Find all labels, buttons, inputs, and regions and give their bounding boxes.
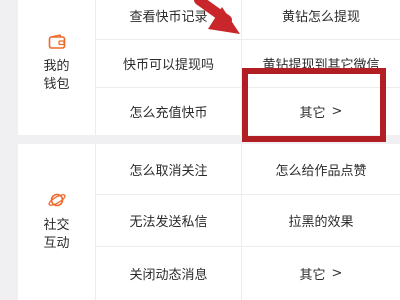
other-label: 其它 (299, 106, 326, 121)
faq-link[interactable]: 怎么充值快币 (96, 88, 242, 135)
wallet-category-label: 我的钱包 (43, 58, 70, 92)
faq-link[interactable]: 关闭动态消息 (96, 247, 242, 300)
faq-link[interactable]: 怎么取消关注 (96, 144, 242, 194)
social-section: 社交互动 怎么取消关注 怎么给作品点赞 无法发送私信 拉黑的效果 关闭动态消息 … (18, 144, 400, 300)
social-category-label: 社交互动 (43, 218, 70, 251)
other-label: 其它 (299, 268, 326, 283)
faq-link[interactable]: 无法发送私信 (96, 195, 242, 246)
planet-icon (47, 191, 67, 213)
chevron-right-icon: > (331, 104, 343, 119)
wallet-category: 我的钱包 (18, 0, 96, 135)
social-row: 怎么取消关注 怎么给作品点赞 (96, 144, 400, 194)
wallet-row: 怎么充值快币 其它 > (96, 87, 400, 135)
faq-link[interactable]: 怎么给作品点赞 (242, 144, 400, 194)
faq-link[interactable]: 快币可以提现吗 (96, 40, 242, 87)
faq-link[interactable]: 查看快币记录 (96, 0, 242, 39)
help-screen: 我的钱包 查看快币记录 黄钻怎么提现 快币可以提现吗 黄钻提现到其它微信 怎么充… (0, 0, 400, 300)
social-row: 无法发送私信 拉黑的效果 (96, 194, 400, 246)
wallet-icon (48, 33, 66, 54)
social-grid: 怎么取消关注 怎么给作品点赞 无法发送私信 拉黑的效果 关闭动态消息 其它 > (96, 144, 400, 300)
wallet-other-link[interactable]: 其它 > (242, 88, 400, 135)
faq-link[interactable]: 黄钻怎么提现 (242, 0, 400, 39)
wallet-row: 查看快币记录 黄钻怎么提现 (96, 0, 400, 39)
faq-link[interactable]: 黄钻提现到其它微信 (242, 40, 400, 87)
social-row: 关闭动态消息 其它 > (96, 246, 400, 300)
faq-link[interactable]: 拉黑的效果 (242, 195, 400, 246)
chevron-right-icon: > (331, 266, 343, 281)
wallet-section: 我的钱包 查看快币记录 黄钻怎么提现 快币可以提现吗 黄钻提现到其它微信 怎么充… (18, 0, 400, 135)
wallet-row: 快币可以提现吗 黄钻提现到其它微信 (96, 39, 400, 87)
social-category: 社交互动 (18, 144, 96, 300)
wallet-grid: 查看快币记录 黄钻怎么提现 快币可以提现吗 黄钻提现到其它微信 怎么充值快币 其… (96, 0, 400, 135)
social-other-link[interactable]: 其它 > (242, 247, 400, 300)
